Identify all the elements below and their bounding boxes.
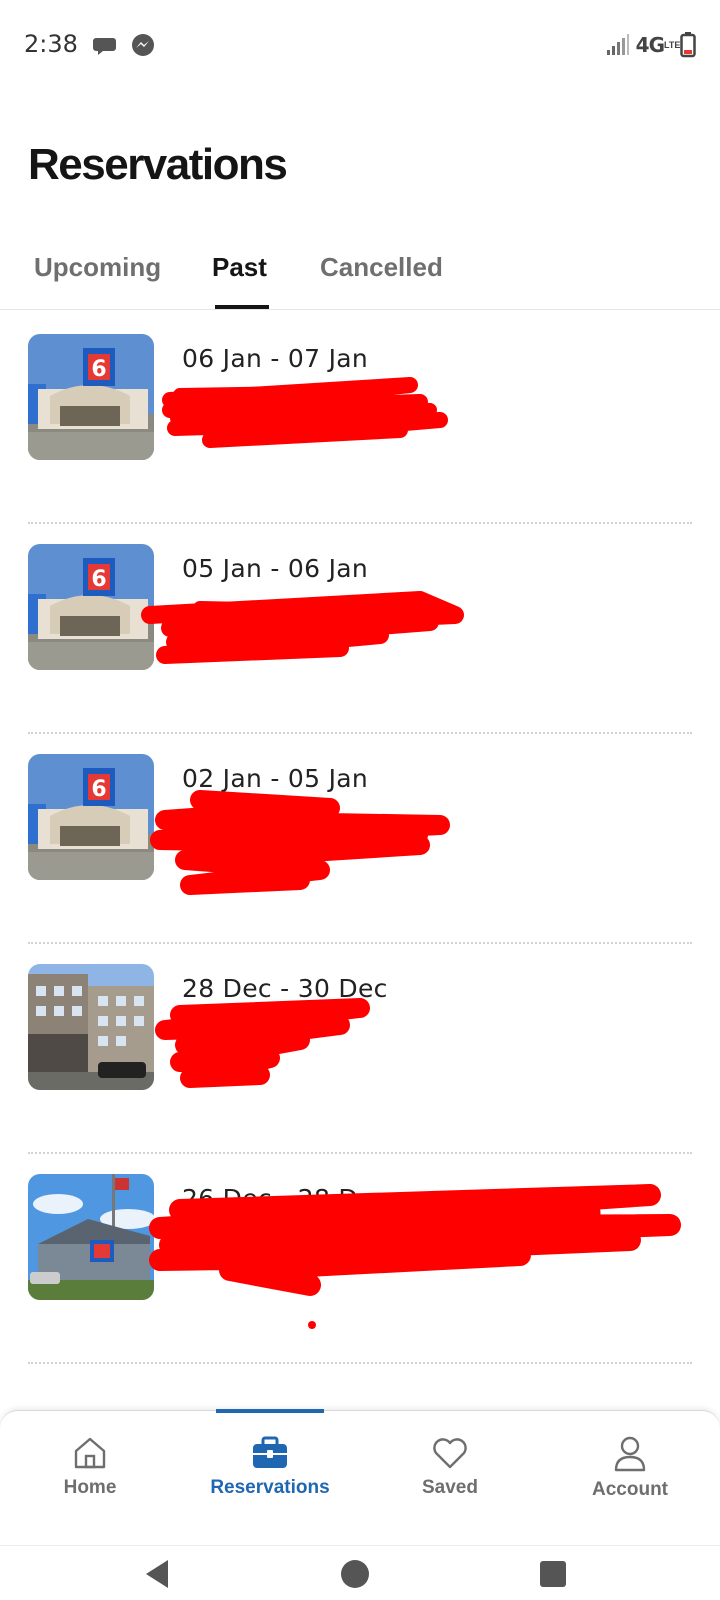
hotel-thumbnail: 6 bbox=[28, 754, 154, 880]
tab-cancelled[interactable]: Cancelled bbox=[320, 252, 443, 283]
nav-saved-label: Saved bbox=[422, 1477, 478, 1498]
hotel-thumbnail bbox=[28, 1174, 154, 1300]
hotel-thumbnail: 6 bbox=[28, 544, 154, 670]
recents-icon[interactable] bbox=[538, 1558, 568, 1590]
hotel-thumbnail: 6 bbox=[28, 334, 154, 460]
row-divider bbox=[28, 1362, 692, 1364]
status-bar: 2:38 4G LTE bbox=[0, 0, 720, 90]
nav-home[interactable]: Home bbox=[0, 1421, 180, 1521]
nav-reservations[interactable]: Reservations bbox=[180, 1421, 360, 1521]
nav-home-label: Home bbox=[63, 1477, 117, 1498]
messenger-icon bbox=[132, 34, 154, 56]
chat-bubble-icon bbox=[93, 38, 116, 55]
svg-text:6: 6 bbox=[91, 567, 106, 592]
reservation-item[interactable]: 6 05 Jan - 06 Jan bbox=[0, 520, 720, 734]
reservation-dates: 05 Jan - 06 Jan bbox=[182, 554, 369, 583]
svg-text:6: 6 bbox=[91, 777, 106, 802]
hotel-thumbnail bbox=[28, 964, 154, 1090]
reservation-item[interactable]: 6 06 Jan - 07 Jan bbox=[0, 310, 720, 524]
network-label: 4G bbox=[635, 33, 665, 57]
active-nav-indicator bbox=[216, 1409, 324, 1413]
reservation-dates: 28 Dec - 30 Dec bbox=[182, 974, 388, 1003]
home-icon bbox=[74, 1437, 106, 1469]
reservation-dates: 26 Dec - 28 Dec bbox=[182, 1184, 388, 1213]
reservation-item[interactable]: 6 02 Jan - 05 Jan bbox=[0, 730, 720, 944]
signal-icon bbox=[606, 34, 629, 55]
reservation-tabs: Upcoming Past Cancelled bbox=[0, 240, 720, 310]
system-nav-bar bbox=[0, 1545, 720, 1600]
reservation-item[interactable]: 28 Dec - 30 Dec bbox=[0, 940, 720, 1154]
svg-text:6: 6 bbox=[91, 357, 106, 382]
bottom-nav: Home Reservations Saved Account bbox=[0, 1409, 720, 1545]
briefcase-icon bbox=[253, 1436, 287, 1468]
reservation-dates: 06 Jan - 07 Jan bbox=[182, 344, 369, 373]
status-time: 2:38 bbox=[24, 30, 78, 58]
tab-upcoming[interactable]: Upcoming bbox=[34, 252, 161, 283]
battery-icon bbox=[680, 32, 696, 58]
tab-past[interactable]: Past bbox=[212, 252, 267, 283]
page-title: Reservations bbox=[28, 140, 288, 189]
nav-reservations-label: Reservations bbox=[210, 1477, 330, 1498]
heart-icon bbox=[433, 1438, 467, 1469]
nav-account-label: Account bbox=[592, 1479, 668, 1500]
network-sub-label: LTE bbox=[664, 39, 681, 50]
reservation-item[interactable]: 26 Dec - 28 Dec bbox=[0, 1150, 720, 1364]
back-icon[interactable] bbox=[142, 1558, 172, 1590]
person-icon bbox=[614, 1436, 646, 1472]
status-right: 4G LTE bbox=[606, 32, 696, 58]
nav-account[interactable]: Account bbox=[540, 1421, 720, 1521]
reservation-dates: 02 Jan - 05 Jan bbox=[182, 764, 369, 793]
nav-saved[interactable]: Saved bbox=[360, 1421, 540, 1521]
active-tab-indicator bbox=[215, 305, 269, 309]
home-button-icon[interactable] bbox=[340, 1558, 370, 1590]
